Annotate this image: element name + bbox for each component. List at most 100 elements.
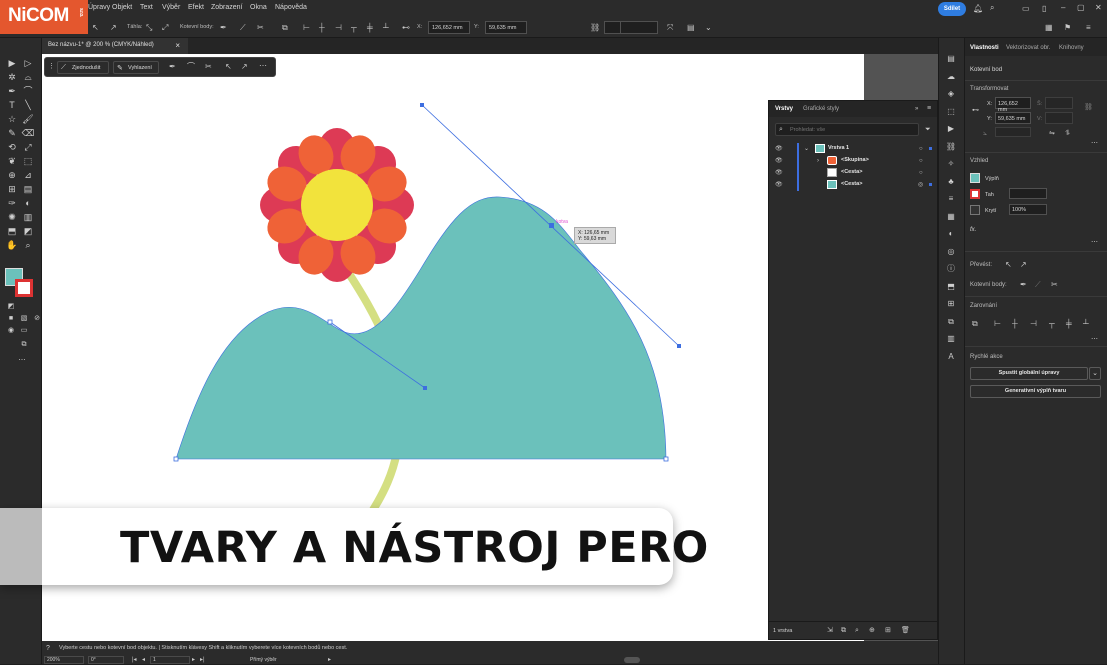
h-field[interactable] [1045, 112, 1073, 124]
link-icon[interactable]: ⛓ [1084, 103, 1093, 113]
pathfinder-panel-icon[interactable]: ⧉ [944, 315, 958, 329]
workspace-icon[interactable]: ▭ [1022, 4, 1030, 14]
tab-graphic-styles[interactable]: Grafické styly [803, 106, 839, 112]
height-field[interactable] [620, 21, 658, 34]
shaper-tool-icon[interactable]: ✎ [5, 126, 19, 140]
fx-button[interactable]: fx. [970, 227, 976, 233]
eye-icon[interactable]: 👁︎ [775, 168, 783, 178]
transform-panel-icon[interactable]: ⬒ [944, 280, 958, 294]
menu-view[interactable]: Zobrazení [211, 4, 243, 11]
flag-icon[interactable]: ⚑ [1064, 23, 1071, 33]
y-field[interactable]: 59,635 mm [485, 21, 527, 34]
new-layer-icon[interactable]: ⊞ [885, 626, 891, 636]
stroke-color-swatch[interactable] [15, 279, 33, 297]
curve-icon[interactable]: ⌒ [187, 62, 195, 72]
x-field[interactable]: 126,652 mm [428, 21, 470, 34]
brushes-panel-icon[interactable]: ✧ [944, 157, 958, 171]
close-tab-icon[interactable]: × [175, 41, 180, 50]
rotation-field[interactable]: 0° [88, 656, 124, 664]
convert-corner-icon[interactable]: ↖ [1005, 260, 1012, 270]
more-appearance-icon[interactable]: ⋯ [1091, 238, 1098, 248]
color-guide-panel-icon[interactable]: ▥ [944, 332, 958, 346]
target-icon[interactable]: ○ [919, 168, 923, 178]
rotate-field[interactable] [995, 127, 1031, 137]
artboard-field[interactable]: 1 [150, 656, 190, 664]
symbols-panel-icon[interactable]: ♣ [944, 175, 958, 189]
trash-icon[interactable]: 🗑︎ [901, 626, 910, 636]
scissors-icon[interactable]: ✂ [205, 62, 212, 72]
align-right-icon[interactable]: ⊣ [1030, 319, 1037, 329]
gradient-tool-icon[interactable]: ▤ [21, 182, 35, 196]
expand-icon[interactable]: ⌄ [804, 144, 809, 154]
layers-panel-icon[interactable]: ◈ [944, 87, 958, 101]
connect-anchor-icon[interactable]: ⟋ [1035, 280, 1041, 290]
more-align-icon[interactable]: ⋯ [1091, 335, 1098, 345]
stroke-panel-icon[interactable]: ≡ [944, 192, 958, 206]
properties-panel-icon[interactable]: ▤ [944, 52, 958, 66]
corner-icon[interactable]: ↖ [225, 62, 232, 72]
target-selected-icon[interactable]: ◎ [918, 180, 923, 190]
free-transform-icon[interactable]: ⬚ [21, 154, 35, 168]
warp-tool-icon[interactable]: ❦ [5, 154, 19, 168]
align-hcenter-icon[interactable]: ┼ [1012, 319, 1018, 329]
remove-anchor-icon[interactable]: ✒ [220, 23, 227, 33]
libraries-panel-icon[interactable]: ☁ [944, 70, 958, 84]
handle-point[interactable] [420, 103, 424, 107]
anchor-point-selected[interactable] [549, 223, 554, 228]
hand-tool-icon[interactable]: ✋ [5, 238, 19, 252]
menu-window[interactable]: Okna [250, 4, 267, 11]
close-window-icon[interactable]: ✕ [1095, 3, 1102, 13]
clip-mask-icon[interactable]: ⧉ [841, 626, 846, 636]
layer-row[interactable]: 👁︎ ⌄ Vrstva 1 ○ [769, 143, 937, 155]
menu-object[interactable]: Objekt [112, 4, 132, 11]
opacity-field[interactable]: 100% [1009, 204, 1047, 215]
none-mode-icon[interactable]: ⊘ [30, 312, 44, 326]
line-tool-icon[interactable]: ╲ [21, 98, 35, 112]
panel-menu-icon[interactable]: ≡ [927, 104, 931, 114]
anchor-convert-icon[interactable]: ↖ [92, 23, 99, 33]
more-options-icon[interactable]: ⌄ [705, 23, 712, 33]
info-panel-icon[interactable]: ⓘ [944, 262, 958, 276]
menu-effect[interactable]: Efekt [188, 4, 204, 11]
simplify-button[interactable]: ⟋ Zjednodušit [57, 61, 109, 74]
link-icon[interactable]: ⛓ [590, 23, 600, 33]
align-bottom-icon[interactable]: ┴ [1083, 319, 1089, 329]
target-icon[interactable]: ○ [919, 156, 923, 166]
zoom-tool-icon[interactable]: ⌕ [21, 238, 35, 252]
align-center-icon[interactable]: ┼ [319, 23, 325, 33]
mesh-tool-icon[interactable]: ⊞ [5, 182, 19, 196]
links-panel-icon[interactable]: ⛓ [944, 140, 958, 154]
reference-point-icon[interactable]: ⊷ [972, 106, 979, 116]
menu-icon[interactable]: ≡ [1086, 23, 1091, 33]
filter-icon[interactable]: ⏷ [925, 125, 931, 135]
arrange-docs-icon[interactable]: ▦ [1045, 23, 1053, 33]
flower-head[interactable] [260, 128, 414, 282]
blend-tool-icon[interactable]: ◐ [21, 196, 35, 210]
connect-icon[interactable]: ⟋ [240, 23, 246, 33]
rotate-icon[interactable]: ⦣ [983, 129, 987, 139]
scrollbar-thumb[interactable] [624, 657, 640, 663]
eyedropper-icon[interactable]: ✑ [5, 196, 19, 210]
search-icon[interactable]: ⌕ [990, 3, 994, 13]
minimize-icon[interactable]: – [1061, 3, 1065, 13]
edit-toolbar-icon[interactable]: ⧉ [17, 338, 31, 352]
anchor-point[interactable] [173, 456, 179, 462]
menu-text[interactable]: Text [140, 4, 153, 11]
eye-icon[interactable]: 👁︎ [775, 156, 783, 166]
handle-point[interactable] [677, 344, 681, 348]
handle-point[interactable] [423, 386, 427, 390]
eye-icon[interactable]: 👁︎ [775, 180, 783, 190]
menu-select[interactable]: Výběr [162, 4, 180, 11]
collect-export-icon[interactable]: ⇲ [827, 626, 833, 636]
document-tab[interactable]: Bez názvu-1* @ 200 % (CMYK/Náhled) × [42, 38, 188, 54]
expand-icon[interactable]: › [817, 156, 819, 166]
locate-icon[interactable]: ⌕ [855, 626, 859, 636]
convert-smooth-icon[interactable]: ↗ [1020, 260, 1027, 270]
w-field[interactable] [1045, 97, 1073, 109]
symbol-sprayer-icon[interactable]: ✺ [5, 210, 19, 224]
type-tool-icon[interactable]: T [5, 98, 19, 112]
flip-h-icon[interactable]: ⇋ [1049, 129, 1055, 139]
more-icon[interactable]: ⋯ [259, 61, 267, 71]
align-middle-icon[interactable]: ╪ [367, 23, 373, 33]
curvature-tool-icon[interactable]: ⌒ [21, 84, 35, 98]
